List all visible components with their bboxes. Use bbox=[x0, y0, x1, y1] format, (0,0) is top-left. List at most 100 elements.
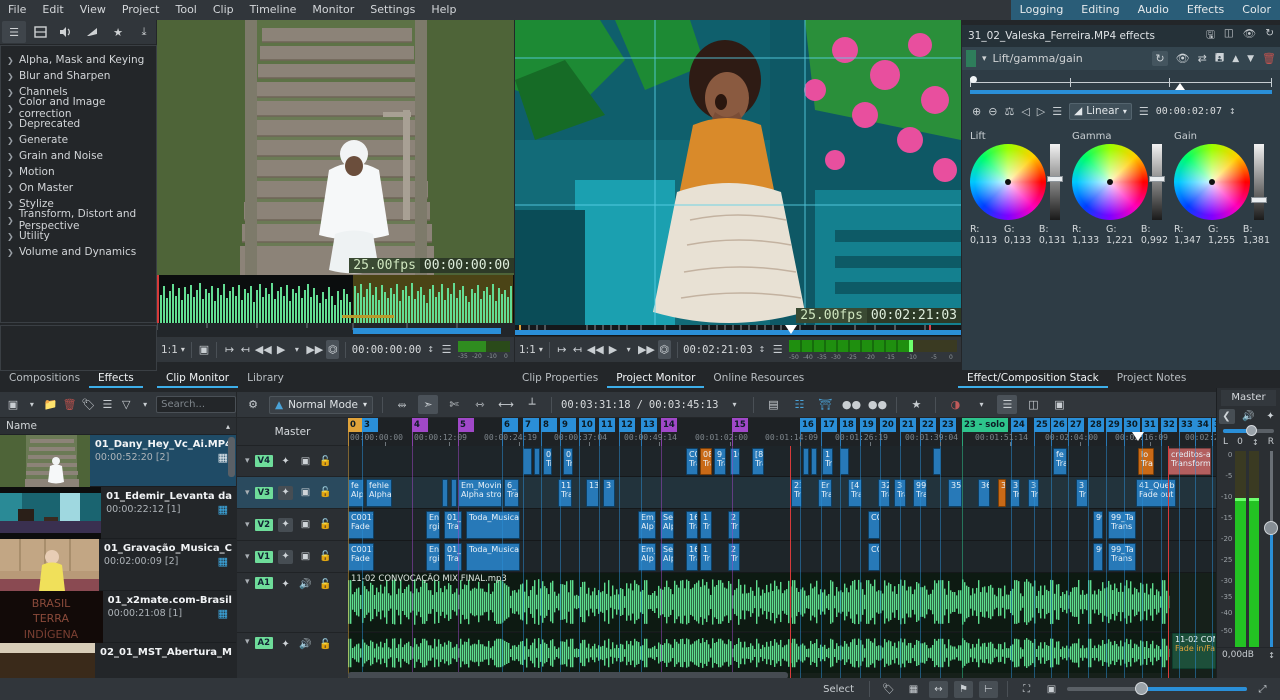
timeline-clip[interactable] bbox=[840, 448, 849, 475]
mix-icon[interactable]: ⥈ bbox=[392, 395, 412, 414]
menu-settings[interactable]: Settings bbox=[362, 0, 423, 20]
lock-icon[interactable]: 🔓 bbox=[318, 454, 333, 468]
effect-icon[interactable]: ✦ bbox=[278, 549, 294, 564]
gamma-wheel-handle[interactable] bbox=[1107, 179, 1113, 185]
timeline-guide[interactable]: 18 bbox=[840, 418, 856, 432]
track-v2[interactable]: C0011.MIFade in Enrgi 01_Tra Toda_Musica_ Em… bbox=[348, 509, 1216, 541]
remove-keyframe-icon[interactable]: ⊖ bbox=[988, 105, 997, 118]
track-a1[interactable]: 11-02 CONVOCAÇÃO MIX FINAL.mp3 bbox=[348, 573, 1216, 633]
timeline-guide[interactable]: 14 bbox=[661, 418, 677, 432]
ripple-tool-icon[interactable]: ┴ bbox=[522, 395, 542, 414]
timeline-clip[interactable]: 2 Tr bbox=[728, 543, 740, 571]
filter-icon[interactable]: ▽ bbox=[118, 395, 134, 414]
track-header-v3[interactable]: ▾ V3 ✦ ▣ 🔓 bbox=[237, 477, 348, 509]
timeline-guide[interactable]: 16 bbox=[800, 418, 816, 432]
timeline-guide[interactable]: 5 bbox=[458, 418, 474, 432]
timeline-guide[interactable]: 23 - solo bbox=[962, 418, 1008, 432]
effect-icon[interactable]: ✦ bbox=[278, 454, 293, 468]
track-v1[interactable]: C0011.MIFade in Enrgi 01_Tra Toda_Musica_ Em… bbox=[348, 541, 1216, 573]
range-icon[interactable]: ⊢ bbox=[979, 680, 998, 698]
timeline-clip[interactable]: 01_ Tra bbox=[444, 511, 462, 539]
gain-value[interactable]: 0,00dB bbox=[1222, 650, 1254, 660]
lock-icon[interactable]: 🔓 bbox=[318, 486, 333, 500]
list-icon[interactable]: ☰ bbox=[2, 21, 26, 43]
timeline-guide[interactable]: 4 bbox=[412, 418, 428, 432]
keyframe-icon[interactable]: ⇄ bbox=[1198, 52, 1207, 65]
track-header-v1[interactable]: ▾ V1 ✦ ▣ 🔓 bbox=[237, 541, 348, 573]
timeline-clip[interactable]: C0011.MIFade in bbox=[348, 511, 374, 539]
timeline-guide[interactable]: 12 bbox=[619, 418, 635, 432]
zone-in-icon[interactable]: ↦ bbox=[556, 340, 569, 359]
effect-icon[interactable]: ✦ bbox=[278, 517, 294, 532]
video-icon[interactable]: ▣ bbox=[298, 486, 313, 500]
bin-column-header[interactable]: Name ▴ bbox=[0, 418, 236, 435]
up-icon[interactable]: ▲ bbox=[1232, 54, 1239, 64]
timeline-clip[interactable]: 0Tr bbox=[563, 448, 573, 475]
tag-icon[interactable]: 🏷 bbox=[81, 395, 97, 414]
bin-scrollbar[interactable] bbox=[228, 437, 235, 477]
effects-category[interactable]: ❯ Grain and Noise bbox=[1, 148, 156, 164]
timeline-clip[interactable]: [8Tra bbox=[752, 448, 764, 475]
workspace-logging[interactable]: Logging bbox=[1011, 0, 1073, 20]
timeline-clip[interactable]: fe Tra bbox=[1053, 448, 1067, 475]
menu-help[interactable]: Help bbox=[423, 0, 464, 20]
mixer-icon[interactable]: ☰ bbox=[997, 395, 1018, 414]
menu-file[interactable]: File bbox=[0, 0, 34, 20]
spacer-tool-icon[interactable]: ⇿ bbox=[470, 395, 490, 414]
effect-icon[interactable]: ✦ bbox=[278, 577, 293, 591]
delete-icon[interactable]: 🗑 bbox=[1262, 52, 1276, 65]
slip-tool-icon[interactable]: ⟷ bbox=[496, 395, 516, 414]
tab-effects[interactable]: Effects bbox=[89, 369, 143, 388]
list-item[interactable]: 01_Gravação_Musica_C 00:02:00:09 [2] ▦ bbox=[0, 539, 236, 591]
effect-icon[interactable]: ✦ bbox=[278, 485, 294, 500]
select-tool-icon[interactable]: ➣ bbox=[418, 395, 439, 414]
color-wheel-gain[interactable]: Gain R: 1,347 G: 1,255 B: 1,381 bbox=[1174, 131, 1272, 246]
timeline-guide[interactable]: 26 bbox=[1051, 418, 1067, 432]
keyframe-time[interactable]: 00:00:02:07 bbox=[1156, 106, 1222, 117]
fader-knob[interactable] bbox=[1263, 521, 1278, 535]
timeline-clip[interactable]: 35 bbox=[948, 479, 962, 507]
collapse-icon[interactable]: ❮ bbox=[1218, 409, 1235, 424]
timeline-guide[interactable]: 8 bbox=[541, 418, 557, 432]
project-monitor-zoom[interactable]: 1:1 ▾ bbox=[519, 344, 543, 356]
project-monitor-seek-area[interactable] bbox=[515, 325, 961, 336]
timeline-guide[interactable]: 24 bbox=[1011, 418, 1027, 432]
chevron-down-icon[interactable]: ▾ bbox=[291, 340, 304, 359]
timeline-clip[interactable]: 3 Tr bbox=[1076, 479, 1088, 507]
timeline-guide[interactable]: 28 bbox=[1088, 418, 1104, 432]
tab-online-resources[interactable]: Online Resources bbox=[704, 369, 813, 388]
lift-luma-slider[interactable] bbox=[1047, 144, 1063, 220]
zone-icon[interactable]: ▣ bbox=[198, 340, 211, 359]
interpolation-select[interactable]: ◢ Linear ▾ bbox=[1069, 102, 1132, 120]
timeline-clip[interactable]: 13 bbox=[586, 479, 599, 507]
timeline-guide[interactable]: 33 bbox=[1179, 418, 1195, 432]
timeline-guide[interactable]: 25 bbox=[1034, 418, 1050, 432]
audio-clip[interactable] bbox=[348, 633, 1170, 673]
rewind-icon[interactable]: ◀◀ bbox=[255, 340, 272, 359]
crop-icon[interactable]: ⏣ bbox=[326, 340, 340, 359]
clip-monitor-zoom[interactable]: 1:1 ▾ bbox=[161, 344, 185, 356]
project-monitor[interactable]: 25.00fps 00:02:21:03 bbox=[515, 20, 961, 325]
reset-icon[interactable]: ↻ bbox=[1265, 27, 1274, 45]
duplicate-keyframe-icon[interactable]: ⚖ bbox=[1004, 105, 1014, 118]
transition-icon[interactable] bbox=[80, 21, 104, 43]
timeline-clip[interactable]: 08Tra bbox=[700, 448, 712, 475]
timeline-clip[interactable]: 3 bbox=[603, 479, 615, 507]
gain-wheel-disc[interactable] bbox=[1174, 144, 1250, 220]
reset-icon[interactable]: ↻ bbox=[1152, 51, 1168, 66]
compare-icon[interactable]: ◫ bbox=[1224, 27, 1234, 45]
star-icon[interactable]: ★ bbox=[906, 395, 926, 414]
timeline-ruler[interactable]: 0 3 4 5 6 7 8 9 10 11 12 13 14 15 16 17 18 19 20 21 22 23 23 -… bbox=[348, 418, 1216, 446]
effects-category[interactable]: ❯ Transform, Distort and Perspective bbox=[1, 208, 156, 232]
zoom-fit-icon[interactable]: ▣ bbox=[1042, 681, 1061, 698]
timeline-clip[interactable]: En rgi bbox=[426, 543, 440, 571]
timeline-clip[interactable]: 1 Tr bbox=[822, 448, 833, 475]
timeline-zoom-slider[interactable] bbox=[1067, 682, 1247, 695]
timeline-clip[interactable] bbox=[442, 479, 448, 507]
lock-icon[interactable]: 🔓 bbox=[318, 518, 333, 532]
menu-clip[interactable]: Clip bbox=[205, 0, 242, 20]
spinner-icon[interactable]: ↕ bbox=[756, 340, 769, 359]
tab-project-notes[interactable]: Project Notes bbox=[1108, 369, 1196, 388]
menu-icon[interactable]: ☰ bbox=[771, 340, 784, 359]
effects-tree[interactable]: ❯ Alpha, Mask and Keying ❯ Blur and Sharpe… bbox=[0, 45, 157, 323]
